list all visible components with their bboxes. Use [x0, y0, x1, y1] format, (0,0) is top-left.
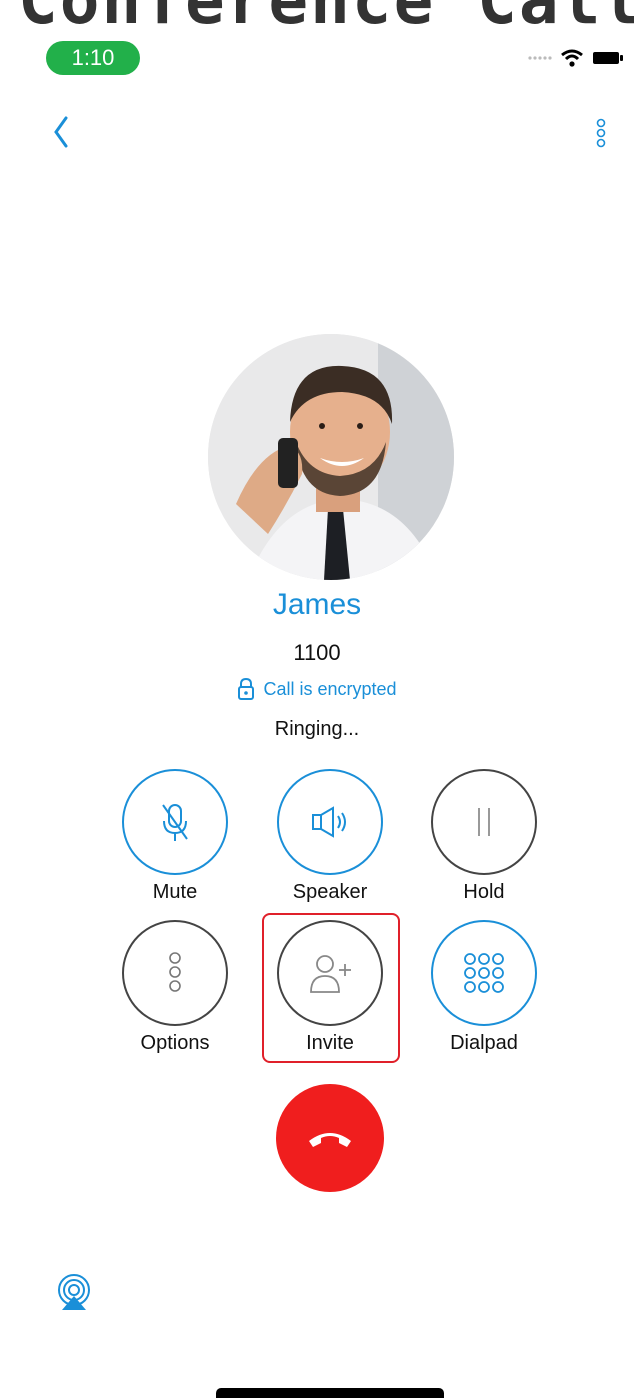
airplay-icon	[58, 1274, 90, 1310]
battery-icon	[593, 52, 623, 64]
dialpad-button[interactable]: Dialpad	[424, 920, 544, 1055]
speaker-circle[interactable]	[277, 769, 383, 875]
contact-name: James	[272, 588, 362, 621]
mute-button[interactable]: Mute	[115, 769, 235, 904]
chevron-left-icon	[54, 116, 68, 148]
encryption-status: Call is encrypted	[0, 678, 634, 700]
dialpad-circle[interactable]	[431, 920, 537, 1026]
speaker-button[interactable]: Speaker	[270, 769, 390, 904]
dialpad-label: Dialpad	[450, 1032, 518, 1054]
wifi-icon	[561, 49, 583, 67]
airplay-button[interactable]	[54, 1272, 94, 1312]
hold-button[interactable]: Hold	[424, 769, 544, 904]
more-options-button[interactable]	[586, 112, 616, 160]
options-label: Options	[140, 1032, 210, 1054]
hold-label: Hold	[463, 881, 505, 903]
add-person-icon	[310, 955, 351, 993]
more-vertical-icon	[596, 118, 606, 148]
invite-label: Invite	[306, 1032, 354, 1054]
pause-icon	[478, 808, 490, 836]
phone-hangup-icon	[309, 1133, 351, 1147]
home-indicator	[216, 1388, 444, 1398]
microphone-off-icon	[162, 804, 188, 841]
options-button[interactable]: Options	[115, 920, 235, 1055]
nav-bar	[0, 110, 634, 160]
end-call-button[interactable]	[276, 1084, 384, 1192]
speaker-label: Speaker	[292, 881, 368, 903]
avatar	[208, 334, 454, 580]
signal-dots-icon	[528, 56, 552, 60]
lock-icon	[238, 678, 255, 700]
status-time: 1:10	[46, 41, 140, 75]
page-title: Conference Call	[18, 0, 634, 39]
options-circle[interactable]	[122, 920, 228, 1026]
speaker-icon	[312, 806, 346, 838]
more-vertical-icon	[169, 952, 181, 992]
call-status: Ringing...	[274, 718, 360, 740]
status-icons	[528, 44, 624, 72]
contact-number: 1100	[293, 640, 341, 665]
contact-photo	[208, 334, 454, 580]
encryption-label: Call is encrypted	[263, 678, 397, 699]
dialpad-icon	[464, 953, 504, 993]
invite-circle[interactable]	[277, 920, 383, 1026]
back-button[interactable]	[44, 110, 84, 158]
invite-button[interactable]: Invite	[270, 920, 390, 1055]
mute-circle[interactable]	[122, 769, 228, 875]
status-bar: 1:10	[0, 38, 634, 78]
mute-label: Mute	[152, 881, 198, 903]
hold-circle[interactable]	[431, 769, 537, 875]
